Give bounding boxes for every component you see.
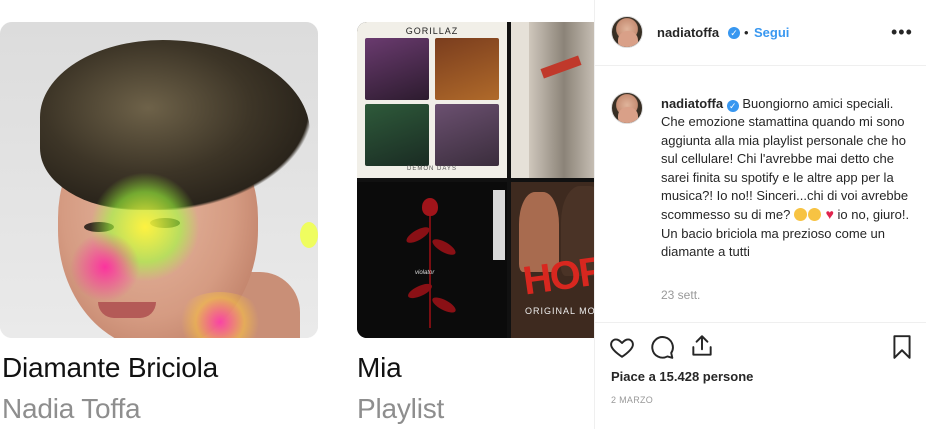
album-gorillaz-title: GORILLAZ [405, 26, 459, 36]
comment-icon[interactable] [649, 334, 675, 360]
album-gorillaz: GORILLAZ DEMON DAYS [357, 22, 507, 178]
portrait-mouth [98, 302, 156, 318]
artist-card-image [0, 22, 318, 338]
caption-timestamp: 23 sett. [661, 288, 701, 302]
post-media[interactable]: GORILLAZ DEMON DAYS violator HOR ORIGINA… [0, 0, 594, 429]
post-actions: Piace a 15.428 persone 2 MARZO [595, 322, 926, 429]
artist-subtitle: Nadia Toffa [2, 393, 141, 424]
instagram-post-view: GORILLAZ DEMON DAYS violator HOR ORIGINA… [0, 0, 926, 429]
movie-subtitle-text: ORIGINAL MOT [525, 306, 594, 316]
playlist-name: Mia [357, 352, 402, 383]
likes-count[interactable]: Piace a 15.428 persone [611, 369, 753, 384]
gorillaz-portrait-4 [435, 104, 499, 166]
worried-emoji-icon [807, 208, 821, 222]
post-header: nadiatoffa ✓ • Segui ••• [595, 0, 926, 66]
album-gorillaz-subtitle: DEMON DAYS [407, 166, 457, 172]
light-effect-pink [70, 232, 140, 302]
bookmark-icon[interactable] [889, 334, 915, 360]
rose-leaf-1 [404, 224, 432, 246]
caption-author[interactable]: nadiatoffa [661, 96, 723, 111]
comment-avatar[interactable] [611, 92, 643, 124]
thinking-emoji-icon [793, 208, 807, 222]
caption-body-1: Buongiorno amici speciali. Che emozione … [661, 96, 909, 223]
rose-head [422, 198, 438, 216]
playlist-card-image: GORILLAZ DEMON DAYS violator HOR ORIGINA… [357, 22, 594, 338]
album-horror-movie: HOR ORIGINAL MOT [511, 182, 594, 338]
heart-icon[interactable] [609, 334, 635, 360]
artist-name: Diamante Briciola [2, 352, 219, 383]
share-icon[interactable] [689, 333, 715, 359]
caption-text: nadiatoffa ✓ Buongiorno amici speciali. … [661, 95, 911, 262]
post-sidebar: nadiatoffa ✓ • Segui ••• nadiatoffa ✓ Bu… [594, 0, 926, 429]
light-effect-dot [300, 222, 318, 248]
playlist-subtitle: Playlist [357, 393, 445, 424]
depeche-spine-label [493, 190, 505, 260]
gorillaz-portrait-3 [365, 104, 429, 166]
gorillaz-portrait-1 [365, 38, 429, 100]
verified-badge-icon: ✓ [728, 27, 740, 39]
gorillaz-portrait-2 [435, 38, 499, 100]
header-separator: • [744, 25, 749, 40]
album-jeans-cover [511, 22, 594, 178]
depeche-signature: violator [415, 270, 435, 276]
album-depeche-mode: violator [357, 182, 507, 338]
rose-leaf-2 [430, 236, 458, 258]
header-username[interactable]: nadiatoffa [657, 25, 719, 40]
rose-leaf-4 [430, 294, 458, 316]
follow-button[interactable]: Segui [754, 25, 789, 40]
caption-verified-badge-icon: ✓ [726, 100, 739, 112]
more-options-icon[interactable]: ••• [891, 22, 913, 43]
heart-emoji-icon: ♥ [825, 206, 834, 223]
avatar[interactable] [611, 16, 643, 48]
post-date[interactable]: 2 MARZO [611, 395, 653, 405]
